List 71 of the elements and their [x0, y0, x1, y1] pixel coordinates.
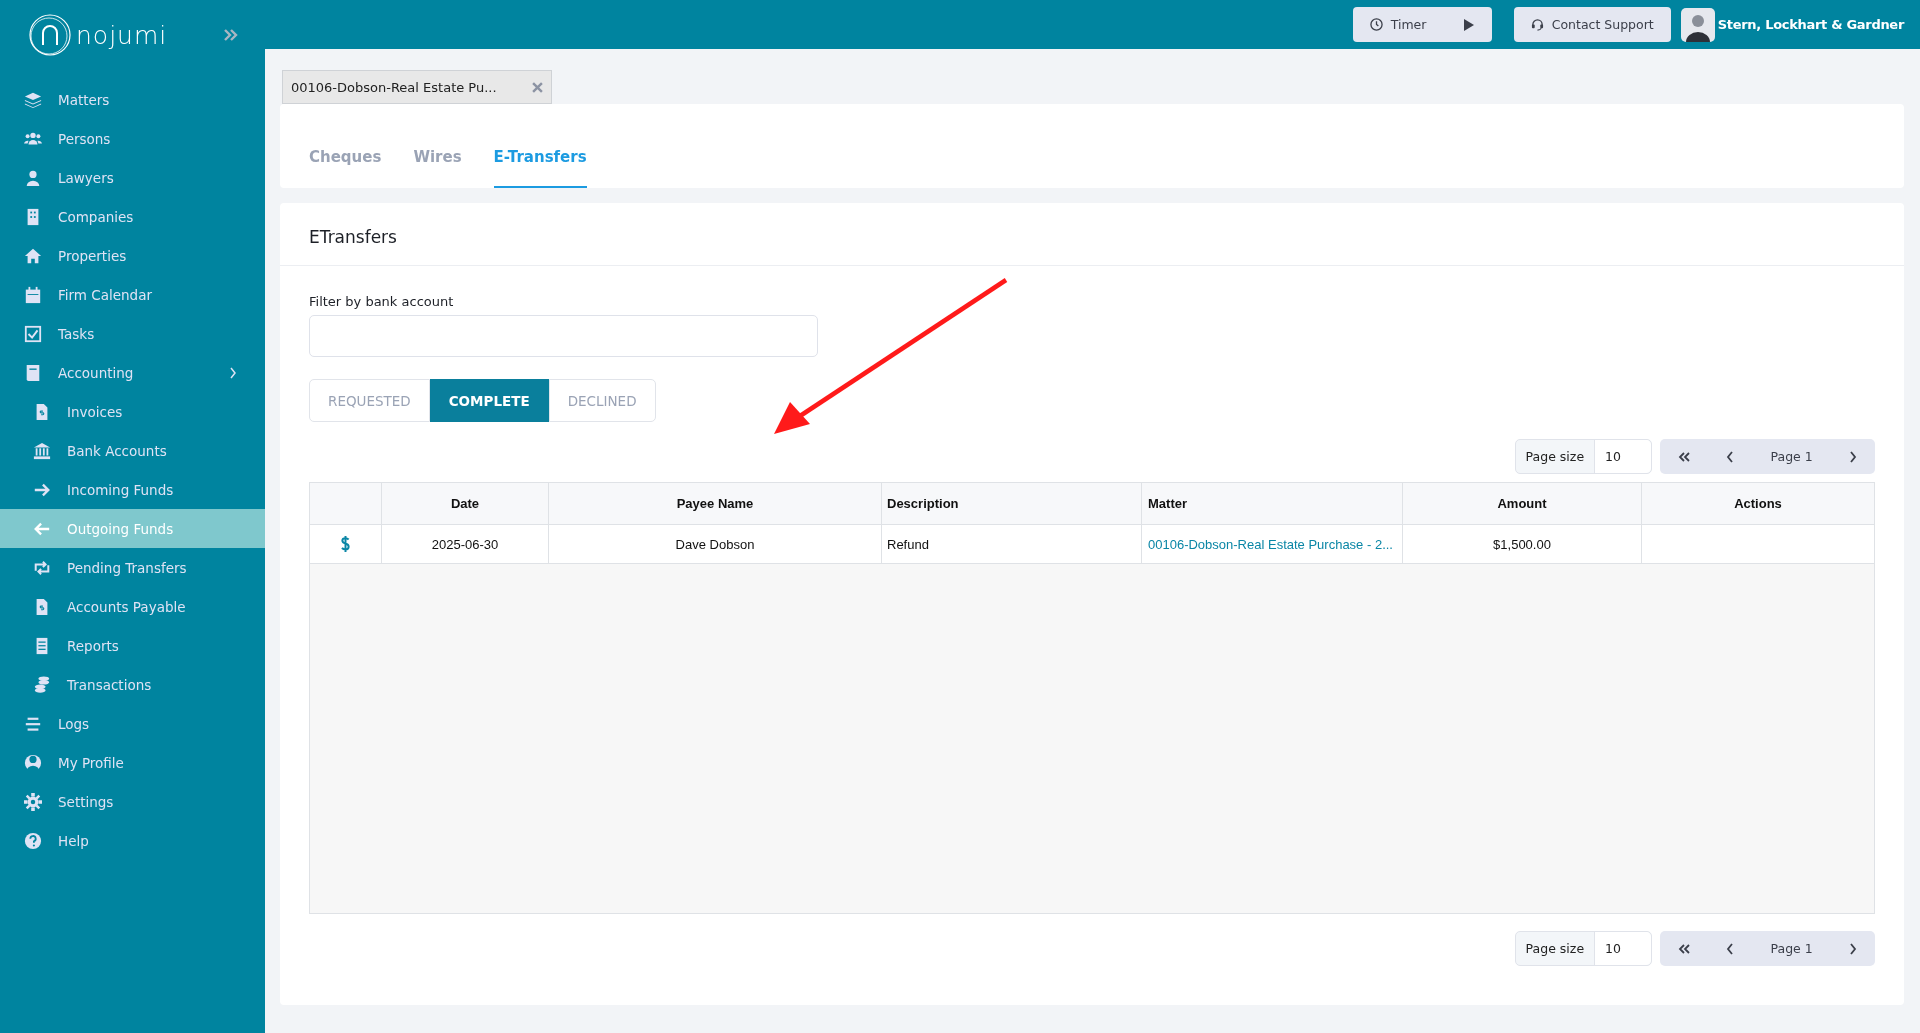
calendar-icon [24, 285, 42, 304]
home-icon [24, 246, 42, 265]
user-icon [24, 168, 42, 187]
contact-support-button[interactable]: Contact Support [1513, 7, 1671, 42]
sidebar-item[interactable]: Help [0, 821, 265, 860]
clock-icon [1369, 18, 1383, 31]
sidebar-item[interactable]: Companies [0, 197, 265, 236]
tab[interactable]: Cheques [309, 148, 382, 188]
layers-icon [24, 90, 42, 109]
next-page-icon[interactable] [1848, 450, 1857, 463]
sidebar-item[interactable]: My Profile [0, 743, 265, 782]
table-cell: $1,500.00 [1403, 525, 1642, 563]
profile-icon [24, 753, 42, 772]
play-icon [1462, 17, 1475, 32]
sidebar-item[interactable]: Reports [0, 626, 265, 665]
sidebar-item[interactable]: Accounting [0, 353, 265, 392]
help-icon [24, 831, 42, 850]
sidebar-item[interactable]: Lawyers [0, 158, 265, 197]
logo-text: nojumi [76, 20, 168, 50]
page-size-label: Page size [1524, 941, 1586, 956]
panel-title: ETransfers [280, 203, 1904, 266]
book-icon [24, 363, 42, 382]
table-cell: Refund [882, 525, 1142, 563]
bank-icon [33, 441, 51, 460]
filter-label: Filter by bank account [309, 294, 455, 309]
sidebar-item[interactable]: Invoices [0, 392, 265, 431]
sidebar-item[interactable]: Incoming Funds [0, 470, 265, 509]
bank-account-field[interactable] [309, 315, 818, 357]
sidebar-item[interactable]: Properties [0, 236, 265, 275]
page-label: Page 1 [1770, 941, 1813, 956]
table-cell: 2025-06-30 [382, 525, 549, 563]
sidebar-item[interactable]: Firm Calendar [0, 275, 265, 314]
status-filter-button[interactable]: COMPLETE [429, 379, 549, 422]
page-size-field[interactable]: 10 [1594, 440, 1651, 473]
tab[interactable]: E-Transfers [493, 148, 587, 188]
logo-icon [28, 13, 72, 57]
table-cell: Dave Dobson [549, 525, 882, 563]
matter-link[interactable]: 00106-Dobson-Real Estate Purchase - 2... [1148, 536, 1393, 552]
sidebar-item[interactable]: Bank Accounts [0, 431, 265, 470]
timer-button[interactable]: Timer [1352, 7, 1492, 42]
avatar-icon[interactable] [1680, 7, 1715, 42]
document-tab[interactable]: 00106-Dobson-Real Estate Pu... [282, 70, 552, 104]
chevron-right-icon [229, 366, 237, 379]
sidebar-item[interactable]: Tasks [0, 314, 265, 353]
page-size-field[interactable]: 10 [1594, 932, 1651, 965]
first-page-icon[interactable] [1678, 451, 1691, 462]
previous-page-icon[interactable] [1726, 450, 1735, 463]
first-page-icon[interactable] [1678, 943, 1691, 954]
previous-page-icon[interactable] [1726, 942, 1735, 955]
column-header: Actions [1733, 495, 1783, 513]
firm-name: Stern, Lockhart & Gardner [1717, 17, 1904, 32]
next-page-icon[interactable] [1848, 942, 1857, 955]
sidebar-item[interactable]: Persons [0, 119, 265, 158]
status-filter-button[interactable]: REQUESTED [309, 379, 430, 422]
repeat-icon [33, 558, 51, 577]
page-label: Page 1 [1770, 449, 1813, 464]
check-icon [24, 324, 42, 343]
sidebar-item[interactable]: Transactions [0, 665, 265, 704]
sidebar-item[interactable]: Logs [0, 704, 265, 743]
sidebar-item[interactable]: Matters [0, 80, 265, 119]
sidebar-item[interactable]: Accounts Payable [0, 587, 265, 626]
headset-icon [1530, 18, 1544, 31]
gear-icon [24, 792, 42, 811]
sidebar-item[interactable]: Settings [0, 782, 265, 821]
sidebar-item[interactable]: Outgoing Funds [0, 509, 265, 548]
coins-icon [33, 675, 51, 694]
sidebar-item[interactable]: Pending Transfers [0, 548, 265, 587]
tab[interactable]: Wires [413, 148, 462, 188]
status-filter-button[interactable]: DECLINED [548, 379, 656, 422]
page-size-label: Page size [1524, 449, 1586, 464]
dollar-icon[interactable] [340, 535, 351, 553]
